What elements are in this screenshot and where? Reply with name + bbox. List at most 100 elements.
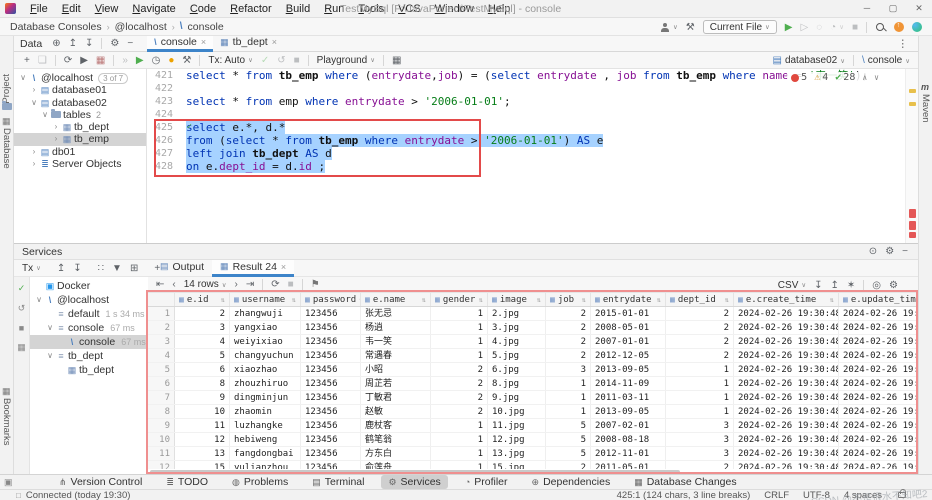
tree-item-tb-dept[interactable]: ▦tb_dept <box>30 363 147 377</box>
updates-icon[interactable] <box>894 22 904 32</box>
cell-e-update-time[interactable]: 2024-02-26 19:30:48 <box>839 307 918 320</box>
cell-job[interactable]: 2 <box>546 307 591 320</box>
cell-entrydate[interactable]: 2013-09-05 <box>591 405 666 418</box>
grid-settings-icon[interactable]: ⚙ <box>889 280 898 291</box>
cell-dept-id[interactable]: 2 <box>666 349 734 362</box>
toolwindow-dependencies[interactable]: ⊕Dependencies <box>525 475 618 489</box>
sort-icon[interactable]: ⇅ <box>221 296 225 304</box>
cell-username[interactable]: changyuchun <box>230 349 301 362</box>
build-hammer-icon[interactable]: ⚒ <box>686 22 695 33</box>
cell-e-update-time[interactable]: 2024-02-26 19:30:48 <box>839 405 918 418</box>
run-icon[interactable]: ▶ <box>785 22 793 33</box>
rollback-icon[interactable]: ↺ <box>18 303 26 314</box>
tree-item-server-objects[interactable]: ›≣Server Objects <box>14 158 146 170</box>
code-line[interactable]: from (select * from tb_emp where entryda… <box>147 134 905 147</box>
close-tab-icon[interactable]: × <box>201 37 206 47</box>
cell-dept-id[interactable]: 1 <box>666 405 734 418</box>
cell-password[interactable]: 123456 <box>301 377 361 390</box>
edit-table-icon[interactable]: ▦ <box>96 55 105 66</box>
cell-e-id[interactable]: 9 <box>175 391 230 404</box>
cell-e-name[interactable]: 赵敏 <box>361 405 431 418</box>
more-options-icon[interactable]: ⋮ <box>898 38 909 50</box>
close-button[interactable]: ✕ <box>906 0 932 18</box>
cell-username[interactable]: yangxiao <box>230 321 301 334</box>
expand-all-icon[interactable]: ↧ <box>73 263 81 274</box>
cell-image[interactable]: 6.jpg <box>488 363 546 376</box>
cell-e-name[interactable]: 俞莲舟 <box>361 461 431 469</box>
cell-e-id[interactable]: 6 <box>175 363 230 376</box>
cell-job[interactable]: 2 <box>546 321 591 334</box>
cell-job[interactable]: 1 <box>546 405 591 418</box>
toolwindow-vcs[interactable]: ⋔Version Control <box>52 475 149 489</box>
column-header-password[interactable]: ▦password⇅ <box>301 293 361 306</box>
code-line[interactable] <box>147 108 905 121</box>
cell-e-create-time[interactable]: 2024-02-26 19:30:48 <box>734 447 839 460</box>
cell-password[interactable]: 123456 <box>301 321 361 334</box>
cell-job[interactable]: 5 <box>546 447 591 460</box>
export-format-selector[interactable]: CSV∨ <box>778 280 806 291</box>
settings-gear-icon[interactable]: ⚙ <box>885 246 894 257</box>
result-grid[interactable]: ▦e.id⇅▦username⇅▦password⇅▦e.name⇅▦gende… <box>147 293 918 469</box>
chevron-down-icon[interactable]: ∨ <box>45 321 55 335</box>
menu-view[interactable]: View <box>89 2 125 16</box>
chevron-down-icon[interactable]: ∨ <box>801 281 806 289</box>
table-row[interactable]: 911luzhangke123456鹿杖客111.jpg52007-02-013… <box>147 419 918 433</box>
chevron-right-icon[interactable]: › <box>51 133 61 145</box>
wrench-icon[interactable]: ⚒ <box>182 55 191 66</box>
cell-gender[interactable]: 2 <box>431 405 488 418</box>
cell-e-create-time[interactable]: 2024-02-26 19:30:48 <box>734 307 839 320</box>
cell-dept-id[interactable]: 3 <box>666 447 734 460</box>
next-page-icon[interactable]: › <box>235 279 238 290</box>
tool-window-switcher-icon[interactable]: ▣ <box>4 477 13 488</box>
cell-image[interactable]: 9.jpg <box>488 391 546 404</box>
cell-entrydate[interactable]: 2007-02-01 <box>591 419 666 432</box>
cell-job[interactable]: 3 <box>546 363 591 376</box>
cell-entrydate[interactable]: 2015-01-01 <box>591 307 666 320</box>
cell-dept-id[interactable]: 1 <box>666 391 734 404</box>
cell-dept-id[interactable]: 1 <box>666 363 734 376</box>
menu-code[interactable]: Code <box>184 2 222 16</box>
search-everywhere-icon[interactable] <box>875 22 886 33</box>
cell-username[interactable]: luzhangke <box>230 419 301 432</box>
tree-item-docker[interactable]: ▣Docker <box>30 279 147 293</box>
cell-gender[interactable]: 1 <box>431 461 488 469</box>
sort-icon[interactable]: ⇅ <box>725 296 729 304</box>
cell-dept-id[interactable]: 2 <box>666 321 734 334</box>
cell-gender[interactable]: 1 <box>431 349 488 362</box>
cell-e-create-time[interactable]: 2024-02-26 19:30:48 <box>734 377 839 390</box>
tab-output[interactable]: ▤Output <box>152 260 212 277</box>
cell-e-id[interactable]: 12 <box>175 433 230 446</box>
cell-e-name[interactable]: 方东白 <box>361 447 431 460</box>
tab-tb-dept[interactable]: ▦tb_dept× <box>213 36 284 52</box>
page-size-selector[interactable]: 14 rows∨ <box>184 279 227 290</box>
cell-e-update-time[interactable]: 2024-02-26 19:30:48 <box>839 461 918 469</box>
column-header-dept-id[interactable]: ▦dept_id⇅ <box>666 293 734 306</box>
cell-username[interactable]: yulianzhou <box>230 461 301 469</box>
cell-e-update-time[interactable]: 2024-02-26 19:30:48 <box>839 419 918 432</box>
close-tab-icon[interactable]: × <box>272 37 277 47</box>
cell-gender[interactable]: 1 <box>431 321 488 334</box>
cell-image[interactable]: 4.jpg <box>488 335 546 348</box>
tx-mode-selector[interactable]: Tx: Auto∨ <box>208 55 252 66</box>
reload-page-icon[interactable]: ⟳ <box>271 279 279 290</box>
sort-icon[interactable]: ⇅ <box>479 296 483 304</box>
next-error-icon[interactable]: ∨ <box>874 73 879 82</box>
toolwindow-services[interactable]: ⚙Services <box>381 475 447 489</box>
toolwindow-todo[interactable]: ≣TODO <box>159 475 215 489</box>
cell-username[interactable]: zhangwuji <box>230 307 301 320</box>
sort-icon[interactable]: ⇅ <box>422 296 426 304</box>
cell-gender[interactable]: 1 <box>431 447 488 460</box>
cell-image[interactable]: 10.jpg <box>488 405 546 418</box>
cell-e-name[interactable]: 鹿杖客 <box>361 419 431 432</box>
maven-icon[interactable]: m <box>921 82 929 92</box>
chevron-down-icon[interactable]: ∨ <box>905 57 910 65</box>
cell-dept-id[interactable]: 1 <box>666 377 734 390</box>
cell-entrydate[interactable]: 2011-05-01 <box>591 461 666 469</box>
cell-gender[interactable]: 1 <box>431 335 488 348</box>
cell-username[interactable]: zhouzhiruo <box>230 377 301 390</box>
tree-item-tb-dept[interactable]: ∨≡tb_dept <box>30 349 147 363</box>
group-by-icon[interactable]: ∷ <box>98 263 104 274</box>
collapse-all-icon[interactable]: ↥ <box>57 263 65 274</box>
cell-username[interactable]: dingminjun <box>230 391 301 404</box>
tree-item-tb-emp[interactable]: ›▦tb_emp <box>14 133 146 145</box>
